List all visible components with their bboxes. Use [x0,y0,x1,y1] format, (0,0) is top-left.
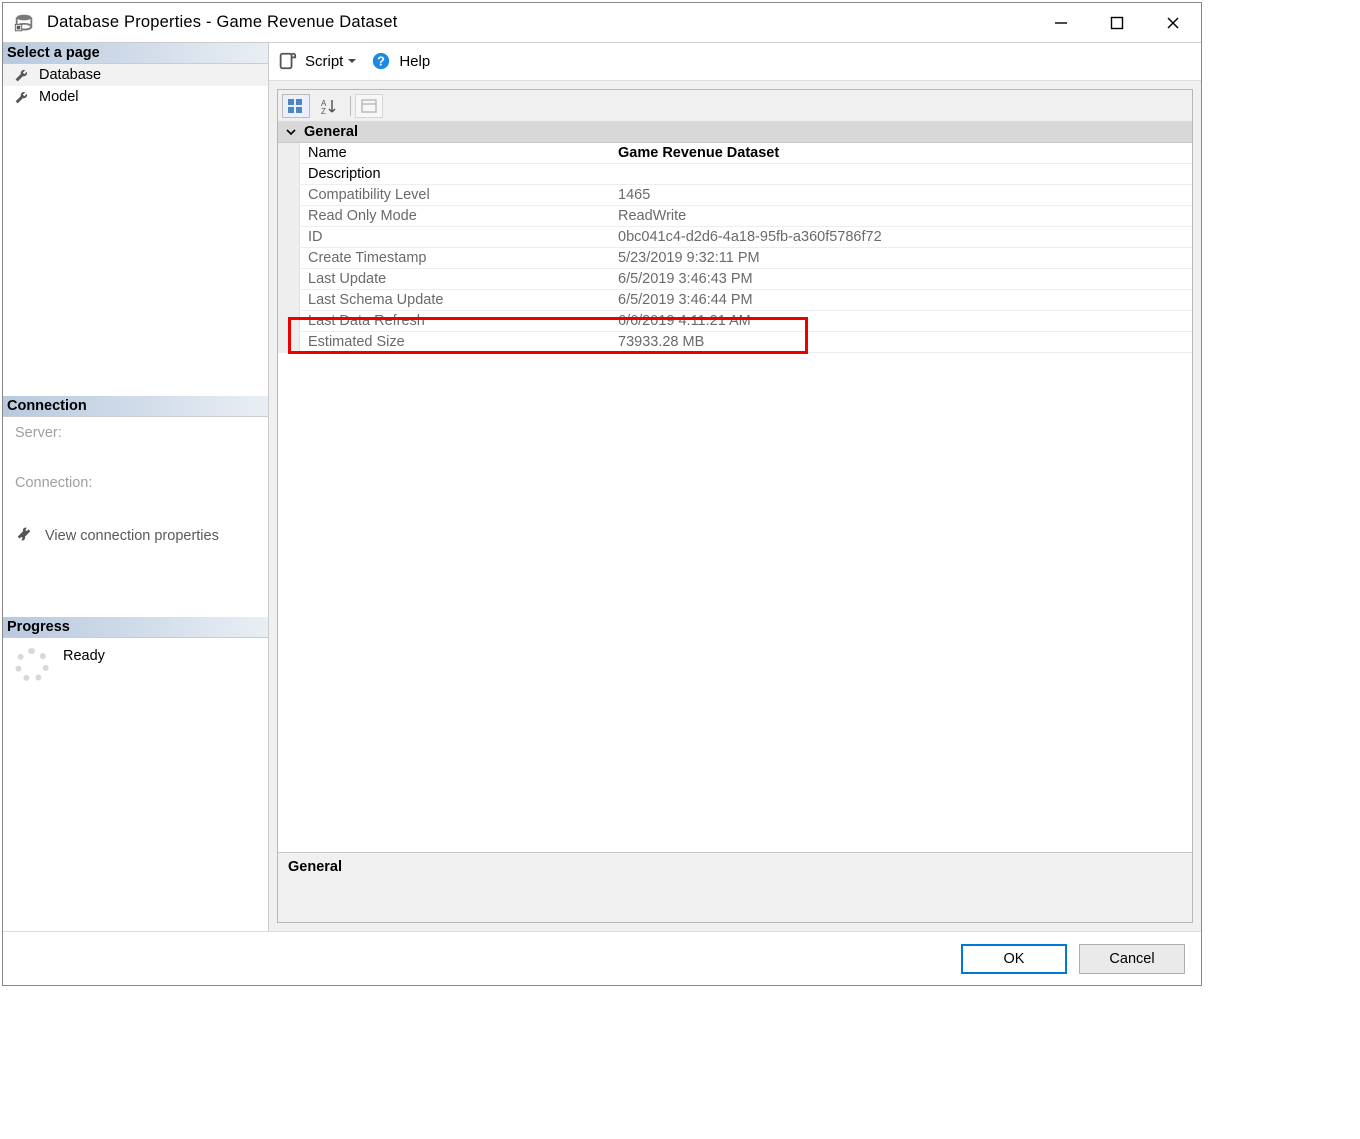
property-rows: NameGame Revenue DatasetDescriptionCompa… [278,143,1192,353]
script-icon [277,51,299,73]
svg-text:Z: Z [321,107,326,114]
main-panel: Script ? Help [269,43,1201,931]
property-label: Last Schema Update [300,290,610,310]
property-pages-button[interactable] [355,94,383,118]
property-value[interactable]: 5/23/2019 9:32:11 PM [610,248,1192,268]
sidebar-item-label: Database [39,67,101,83]
row-gutter [278,248,300,268]
wrench-icon [13,66,31,84]
sidebar-item-label: Model [39,89,79,105]
row-gutter [278,227,300,247]
svg-text:?: ? [377,53,385,68]
property-value[interactable]: 6/6/2019 4:11:21 AM [610,311,1192,331]
row-gutter [278,206,300,226]
property-label: Read Only Mode [300,206,610,226]
progress-spinner-icon [15,648,49,682]
category-label: General [304,124,358,140]
titlebar: Database Properties - Game Revenue Datas… [3,3,1201,43]
property-row[interactable]: Last Update6/5/2019 3:46:43 PM [278,269,1192,290]
property-value[interactable] [610,164,1192,184]
page-list: Database Model [3,64,268,396]
property-row[interactable]: NameGame Revenue Dataset [278,143,1192,164]
property-label: Last Data Refresh [300,311,610,331]
row-gutter [278,164,300,184]
minimize-button[interactable] [1033,3,1089,43]
row-gutter [278,332,300,352]
chevron-down-icon [347,53,357,70]
property-help-panel: General [278,852,1192,922]
property-value[interactable]: 73933.28 MB [610,332,1192,352]
property-row[interactable]: Last Schema Update6/5/2019 3:46:44 PM [278,290,1192,311]
maximize-button[interactable] [1089,3,1145,43]
view-connection-properties-label: View connection properties [45,528,219,544]
property-row[interactable]: Create Timestamp5/23/2019 9:32:11 PM [278,248,1192,269]
property-value[interactable]: ReadWrite [610,206,1192,226]
server-label: Server: [15,425,256,441]
row-gutter [278,290,300,310]
property-label: Compatibility Level [300,185,610,205]
property-grid-toolbar: A Z [278,90,1192,122]
property-value[interactable]: Game Revenue Dataset [610,143,1192,163]
sidebar-item-model[interactable]: Model [3,86,268,108]
row-gutter [278,269,300,289]
sidebar-item-database[interactable]: Database [3,64,268,86]
property-row[interactable]: Last Data Refresh6/6/2019 4:11:21 AM [278,311,1192,332]
help-icon: ? [371,51,393,73]
property-label: ID [300,227,610,247]
connection-props-icon [15,525,35,547]
cancel-button[interactable]: Cancel [1079,944,1185,974]
alphabetical-button[interactable]: A Z [314,94,342,118]
select-page-header: Select a page [3,43,268,64]
property-label: Create Timestamp [300,248,610,268]
property-label: Last Update [300,269,610,289]
help-section-label: General [288,859,342,875]
dialog-window: Database Properties - Game Revenue Datas… [2,2,1202,986]
property-row[interactable]: Compatibility Level1465 [278,185,1192,206]
connection-label: Connection: [15,475,256,491]
expander-icon [284,125,298,139]
ok-button[interactable]: OK [961,944,1067,974]
property-value[interactable]: 1465 [610,185,1192,205]
property-label: Estimated Size [300,332,610,352]
progress-status: Ready [63,648,105,664]
help-label: Help [399,53,430,70]
progress-header: Progress [3,617,268,638]
property-row[interactable]: ID0bc041c4-d2d6-4a18-95fb-a360f5786f72 [278,227,1192,248]
property-value[interactable]: 6/5/2019 3:46:44 PM [610,290,1192,310]
property-value[interactable]: 0bc041c4-d2d6-4a18-95fb-a360f5786f72 [610,227,1192,247]
close-button[interactable] [1145,3,1201,43]
script-button[interactable]: Script [277,51,357,73]
sidebar: Select a page Database Model Connection [3,43,269,931]
category-header-general[interactable]: General [278,122,1192,143]
property-label: Description [300,164,610,184]
dialog-footer: OK Cancel [3,931,1201,985]
view-connection-properties-link[interactable]: View connection properties [15,525,256,547]
property-grid: A Z [277,89,1193,923]
property-row[interactable]: Read Only ModeReadWrite [278,206,1192,227]
categorized-button[interactable] [282,94,310,118]
property-row[interactable]: Estimated Size73933.28 MB [278,332,1192,353]
row-gutter [278,311,300,331]
property-label: Name [300,143,610,163]
wrench-icon [13,88,31,106]
connection-header: Connection [3,396,268,417]
window-title: Database Properties - Game Revenue Datas… [47,13,398,32]
script-label: Script [305,53,343,70]
property-row[interactable]: Description [278,164,1192,185]
main-toolbar: Script ? Help [269,43,1201,81]
row-gutter [278,185,300,205]
database-icon [11,10,37,36]
help-button[interactable]: ? Help [371,51,430,73]
row-gutter [278,143,300,163]
property-value[interactable]: 6/5/2019 3:46:43 PM [610,269,1192,289]
